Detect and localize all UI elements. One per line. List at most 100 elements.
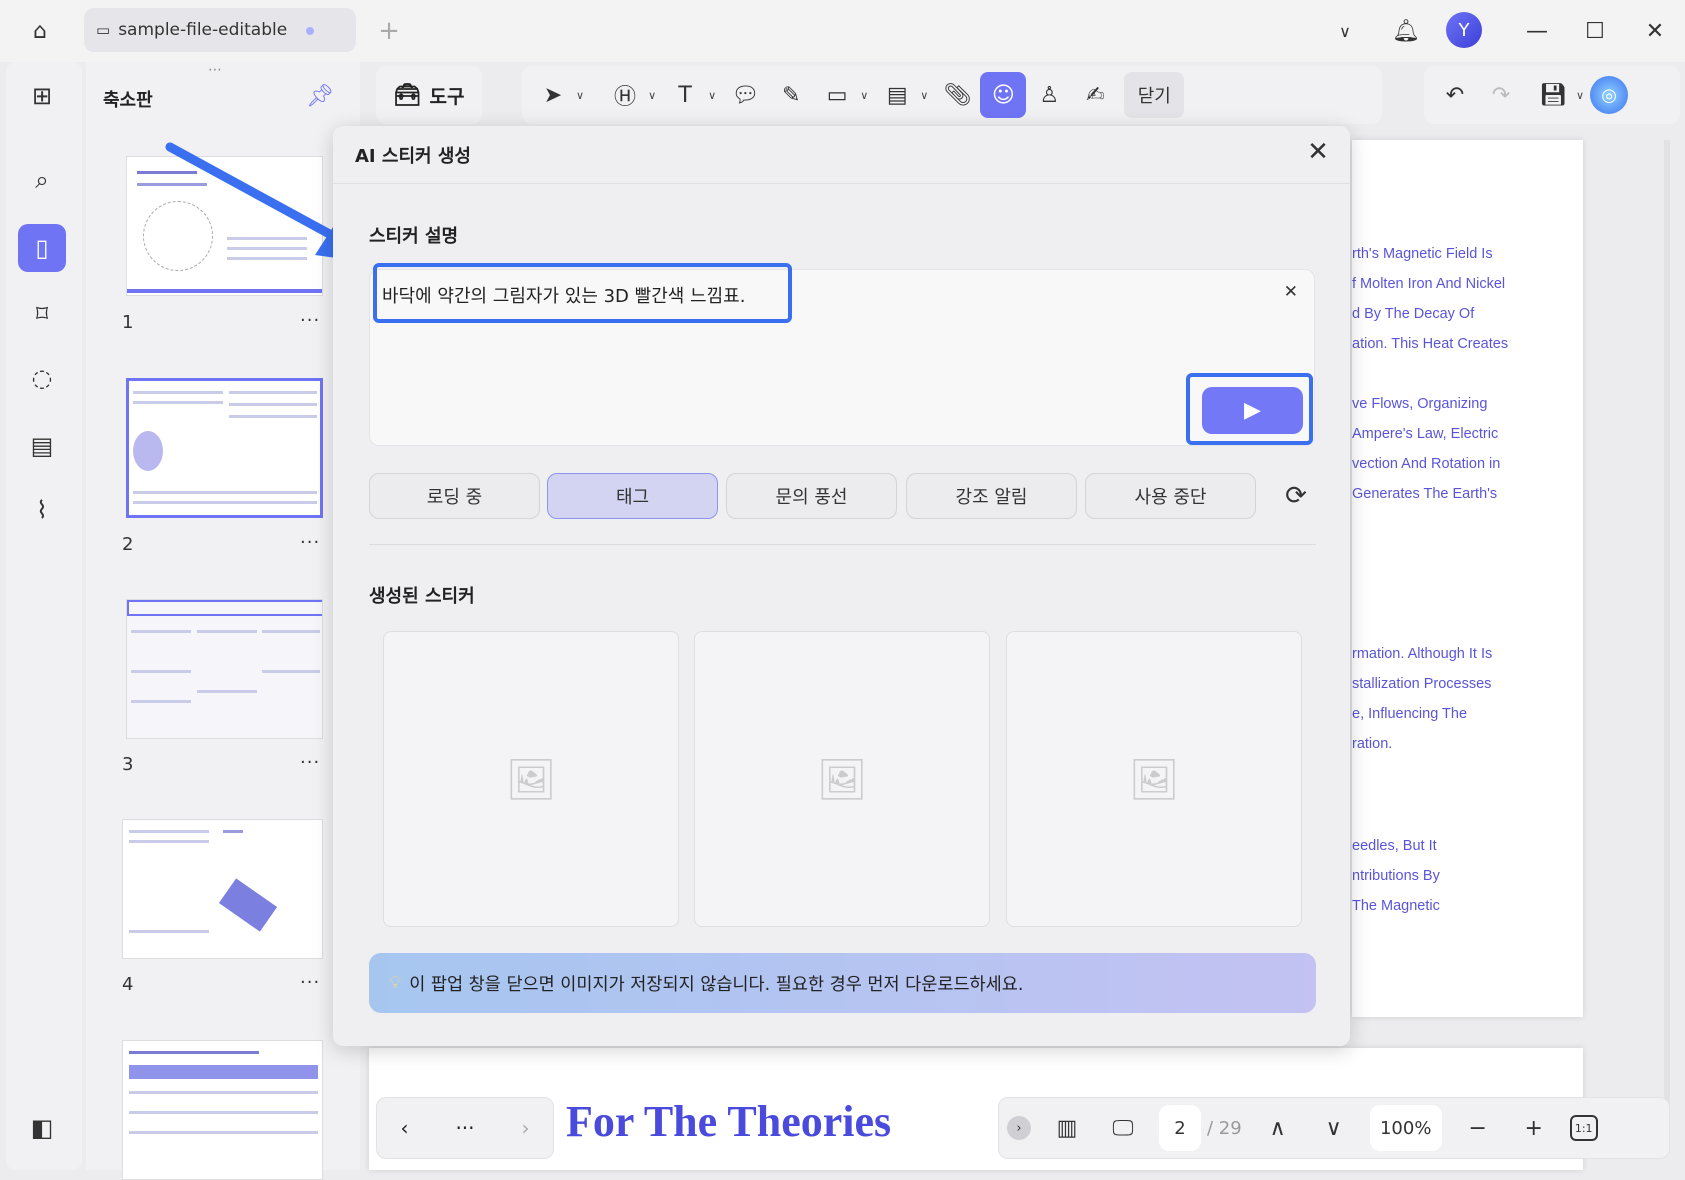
chevron-down-icon[interactable]: ∨ — [1576, 89, 1584, 102]
actual-size-button[interactable]: 1:1 — [1569, 1115, 1598, 1141]
generated-label: 생성된 스티커 — [369, 586, 475, 607]
description-text: 바닥에 약간의 그림자가 있는 3D 빨간색 느낌표. — [382, 286, 746, 307]
attachment-icon[interactable]: ⌇ — [18, 486, 66, 534]
tools-label: 도구 — [429, 85, 465, 108]
expand-icon[interactable]: › — [1007, 1116, 1031, 1140]
thumbnail-page-4[interactable] — [122, 819, 323, 959]
image-sparkle-icon: 🖼︎ — [1128, 756, 1180, 803]
document-text-line: Generates The Earth's — [1352, 486, 1498, 502]
redo-icon[interactable]: ↷ — [1478, 72, 1524, 118]
home-icon[interactable]: ⌂ — [20, 12, 60, 50]
chevron-right-icon[interactable]: › — [522, 1116, 530, 1140]
chevron-up-icon[interactable]: ∧ — [1258, 1116, 1298, 1141]
refresh-icon[interactable]: ⟳ — [1277, 477, 1315, 515]
undo-icon[interactable]: ↶ — [1432, 72, 1478, 118]
forms-icon[interactable]: ▤ — [18, 422, 66, 470]
sticker-placeholder[interactable]: 🖼︎ — [1006, 631, 1302, 927]
scrollbar[interactable] — [1664, 140, 1670, 1140]
page-layout-icon[interactable]: ▥ — [1047, 1116, 1087, 1141]
close-toolbar-button[interactable]: 닫기 — [1124, 72, 1185, 118]
close-window-button[interactable]: ✕ — [1638, 12, 1672, 50]
tools-button[interactable]: 🧰︎ 도구 — [376, 66, 482, 124]
document-text-line: ntributions By — [1352, 868, 1440, 884]
send-icon: ▶ — [1244, 398, 1261, 423]
zoom-in-icon[interactable]: + — [1514, 1116, 1554, 1141]
style-option[interactable]: 사용 중단 — [1085, 473, 1256, 519]
thumbnail-more-button[interactable]: ··· — [300, 310, 320, 331]
style-option[interactable]: 태그 — [547, 473, 718, 519]
document-text-line: rmation. Although It Is — [1352, 646, 1493, 662]
clear-icon[interactable]: ✕ — [1284, 282, 1298, 302]
thumbnail-page-5[interactable] — [122, 1040, 323, 1180]
chevron-down-icon[interactable]: ∨ — [860, 89, 868, 102]
zoom-level[interactable]: 100% — [1369, 1105, 1442, 1151]
chevron-down-icon[interactable]: ∨ — [576, 89, 584, 102]
document-text-line: ration. — [1352, 736, 1393, 752]
comment-icon[interactable]: 💬︎ — [722, 72, 768, 118]
document-tab[interactable]: ▭ sample-file-editable — [84, 8, 356, 52]
thumbnail-number: 4 — [122, 974, 134, 995]
new-tab-button[interactable]: + — [374, 14, 404, 48]
chevron-left-icon[interactable]: ‹ — [400, 1116, 408, 1140]
thumbnail-more-button[interactable]: ··· — [300, 532, 320, 553]
chevron-down-icon[interactable]: ∨ — [648, 89, 656, 102]
thumbnail-page-3[interactable] — [126, 599, 323, 739]
more-button[interactable]: ··· — [455, 1116, 474, 1140]
sticker-placeholder[interactable]: 🖼︎ — [383, 631, 679, 927]
zoom-out-icon[interactable]: − — [1458, 1116, 1498, 1141]
presentation-icon[interactable]: 🖵︎ — [1103, 1116, 1143, 1141]
comments-icon[interactable]: ◌ — [18, 354, 66, 402]
chevron-down-icon[interactable]: ∨ — [1330, 14, 1360, 48]
save-icon[interactable]: 💾︎ — [1530, 72, 1576, 118]
chevron-down-icon[interactable]: ∨ — [920, 89, 928, 102]
notice-banner: 💡︎ 이 팝업 창을 닫으면 이미지가 저장되지 않습니다. 필요한 경우 먼저… — [369, 953, 1316, 1013]
left-rail: ⊞ ⌕ ▯ ⌑ ◌ ▤ ⌇ ◧ — [6, 62, 82, 1170]
style-option[interactable]: 로딩 중 — [369, 473, 540, 519]
chevron-down-icon[interactable]: ∨ — [708, 89, 716, 102]
maximize-button[interactable]: ☐ — [1578, 12, 1612, 50]
thumbnail-number: 2 — [122, 534, 134, 555]
ai-sticker-dialog: AI 스티커 생성 ✕ 스티커 설명 바닥에 약간의 그림자가 있는 3D 빨간… — [333, 126, 1350, 1046]
attachment-icon[interactable]: 📎︎ — [934, 72, 980, 118]
sticker-placeholder[interactable]: 🖼︎ — [694, 631, 990, 927]
total-pages: / 29 — [1207, 1117, 1242, 1139]
style-option[interactable]: 문의 풍선 — [726, 473, 897, 519]
thumbnails-icon[interactable]: ▯ — [18, 224, 66, 272]
search-icon[interactable]: ⌕ — [18, 156, 66, 204]
send-button[interactable]: ▶ — [1202, 387, 1303, 434]
sticker-icon[interactable]: ☺ — [980, 72, 1027, 118]
rectangle-icon[interactable]: ▭ — [814, 72, 860, 118]
minimize-button[interactable]: — — [1520, 12, 1554, 50]
text-icon[interactable]: T — [662, 72, 708, 118]
document-text-line: ation. This Heat Creates — [1352, 336, 1509, 352]
document-text-line: vection And Rotation in — [1352, 456, 1501, 472]
thumbnail-more-button[interactable]: ··· — [300, 752, 320, 773]
chevron-down-icon[interactable]: ∨ — [1314, 1116, 1354, 1141]
ai-assistant-icon[interactable]: ◎ — [1590, 76, 1629, 114]
sidebar-toggle-icon[interactable]: ◧ — [18, 1104, 66, 1152]
bookmark-icon[interactable]: ⌑ — [18, 290, 66, 338]
measure-icon[interactable]: ▤ — [874, 72, 920, 118]
view-toolbar: › ▥ 🖵︎ 2 / 29 ∧ ∨ 100% − + 1:1 — [998, 1097, 1670, 1159]
thumbnail-more-button[interactable]: ··· — [300, 972, 320, 993]
highlight-icon[interactable]: Ⓗ — [602, 72, 648, 118]
thumbnail-page-2[interactable] — [126, 378, 323, 518]
notice-text: 이 팝업 창을 닫으면 이미지가 저장되지 않습니다. 필요한 경우 먼저 다운… — [409, 974, 1024, 995]
style-option[interactable]: 강조 알림 — [906, 473, 1077, 519]
drag-handle[interactable]: ⋯ — [208, 62, 222, 78]
bell-icon[interactable]: 🔔︎ — [1388, 12, 1424, 50]
edit-toolbar: ➤ ∨ Ⓗ ∨ T ∨ 💬︎ ✎ ▭ ∨ ▤ ∨ 📎︎ ☺ ♙ ✍︎ 닫기 — [522, 66, 1382, 124]
divider — [333, 183, 1350, 184]
avatar[interactable]: Y — [1446, 12, 1482, 48]
signature-icon[interactable]: ✍︎ — [1072, 72, 1118, 118]
apps-icon[interactable]: ⊞ — [18, 72, 66, 120]
close-icon[interactable]: ✕ — [1300, 134, 1336, 170]
description-input[interactable]: 바닥에 약간의 그림자가 있는 3D 빨간색 느낌표. ✕ ▶ — [369, 263, 1315, 446]
pin-icon[interactable]: 📌︎ — [306, 84, 334, 109]
page-number-input[interactable]: 2 — [1159, 1105, 1201, 1151]
description-label: 스티커 설명 — [369, 226, 459, 247]
pen-icon[interactable]: ✎ — [768, 72, 814, 118]
select-icon[interactable]: ➤ — [530, 72, 576, 118]
stamp-icon[interactable]: ♙ — [1026, 72, 1072, 118]
page-nav: ‹ ··· › — [376, 1097, 554, 1159]
